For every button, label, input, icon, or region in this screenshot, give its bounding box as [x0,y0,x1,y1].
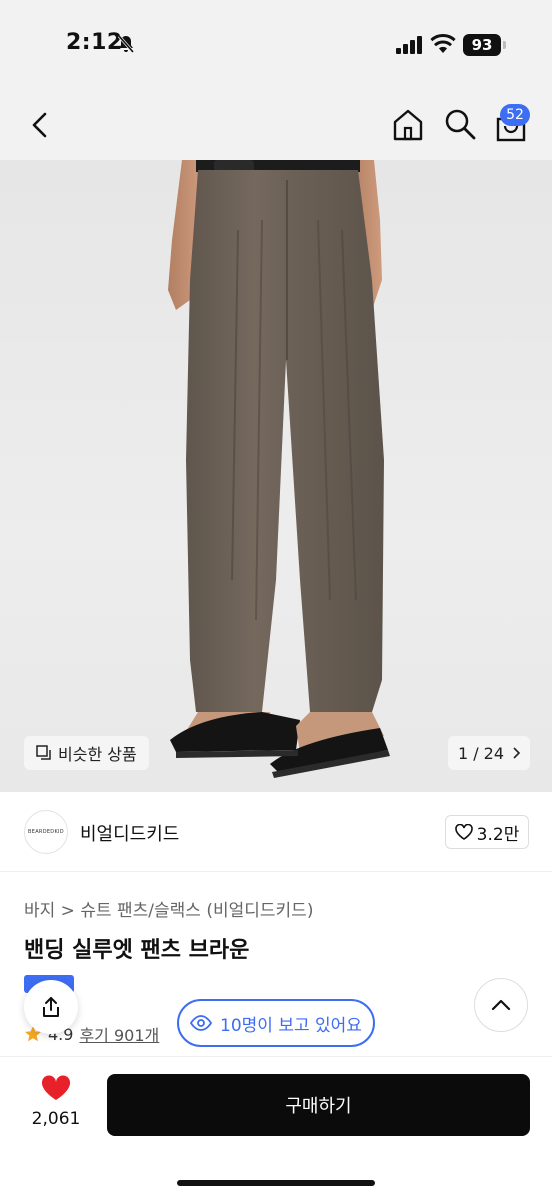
similar-products-label: 비슷한 상품 [58,745,137,764]
image-page-indicator[interactable]: 1 / 24 [448,736,530,770]
bell-slash-icon [117,35,135,53]
chevron-right-icon [513,747,521,759]
cart-count-badge: 52 [500,104,530,126]
product-title: 밴딩 실루엣 팬츠 브라운 [24,938,250,963]
buy-button[interactable]: 구매하기 [107,1074,530,1136]
brand-like-button[interactable]: 3.2만 [445,815,529,849]
viewers-count-pill: 10명이 보고 있어요 [177,999,375,1047]
status-time: 2:12 [66,30,123,55]
battery-tip [503,41,506,49]
chevron-up-icon [491,999,511,1011]
share-button[interactable] [24,980,78,1034]
wishlist-count: 2,061 [31,1109,81,1129]
heart-outline-icon [454,824,473,840]
purchase-bar: 2,061 구매하기 [0,1056,552,1200]
review-count-link[interactable]: 후기 901개 [79,1022,159,1046]
search-icon[interactable] [443,107,477,141]
wishlist-button[interactable]: 2,061 [22,1075,90,1129]
brand-logo-text: BEARDEDKID [28,829,64,835]
eye-icon [190,1015,213,1031]
top-nav: 52 [0,90,552,160]
battery-level: 93 [463,34,501,56]
brand-logo[interactable]: BEARDEDKID [24,810,68,854]
back-icon[interactable] [24,108,58,142]
wifi-icon [430,33,456,53]
home-icon[interactable] [390,107,426,143]
brand-name[interactable]: 비얼디드키드 [80,820,179,846]
breadcrumb[interactable]: 바지 > 슈트 팬츠/슬랙스 (비얼디드키드) [24,896,313,921]
similar-icon [36,745,51,760]
product-photo [168,160,390,778]
viewers-text: 10명이 보고 있어요 [220,1015,362,1036]
signal-icon [396,36,422,54]
page-indicator-text: 1 / 24 [457,743,505,763]
share-icon [43,997,59,1017]
brand-like-count: 3.2만 [476,824,520,845]
product-image[interactable]: 비슷한 상품 1 / 24 [0,160,552,792]
heart-icon [41,1075,71,1100]
status-bar: 2:12 93 [0,0,552,90]
home-indicator [177,1180,375,1186]
scroll-top-button[interactable] [474,978,528,1032]
similar-products-button[interactable]: 비슷한 상품 [24,736,149,770]
brand-row[interactable]: BEARDEDKID 비얼디드키드 3.2만 [0,792,552,872]
